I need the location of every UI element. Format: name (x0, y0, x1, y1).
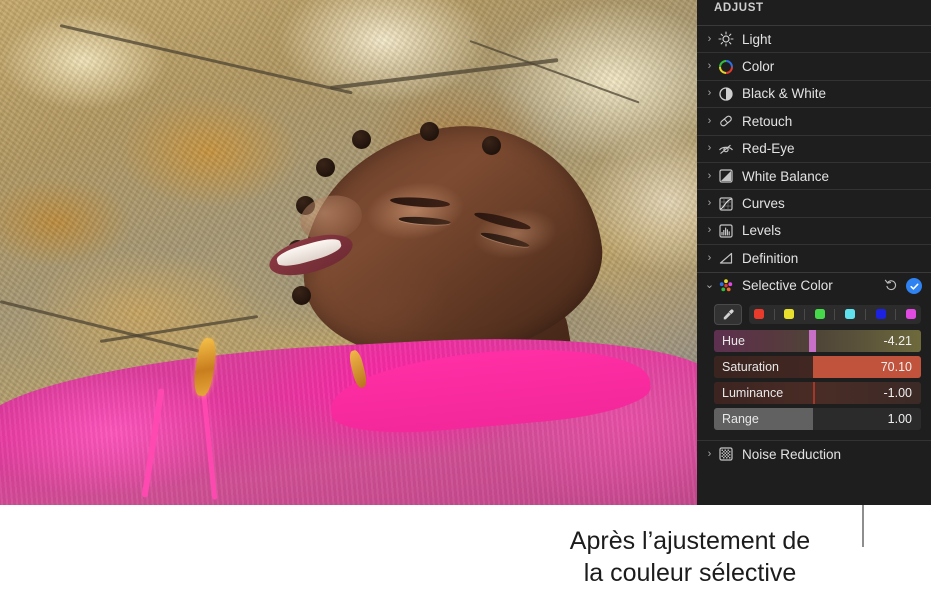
slider-label: Saturation (722, 359, 779, 374)
chevron-right-icon[interactable]: › (702, 198, 717, 209)
color-swatch-red[interactable] (753, 309, 764, 320)
hair-knot (316, 158, 335, 177)
adjust-item-levels[interactable]: › Levels (697, 216, 931, 244)
color-swatches (749, 304, 921, 324)
color-swatch-blue[interactable] (875, 309, 886, 320)
caption-line-1: Après l’ajustement de (569, 527, 811, 555)
edited-photo (0, 0, 697, 505)
eyebrow (389, 195, 451, 209)
adjust-item-label: Levels (742, 223, 782, 239)
chevron-right-icon[interactable]: › (702, 61, 717, 72)
adjust-item-noise-reduction[interactable]: › Noise Reduction (697, 439, 931, 467)
luminance-slider-marker[interactable] (813, 381, 816, 404)
adjust-item-label: Light (742, 31, 772, 47)
hair-knot (482, 136, 501, 155)
adjust-item-label: Curves (742, 196, 785, 212)
adjust-item-retouch[interactable]: › Retouch (697, 107, 931, 134)
swatch-divider (834, 308, 836, 320)
chevron-right-icon[interactable]: › (702, 88, 717, 99)
chevron-down-icon[interactable]: ⌄ (702, 280, 717, 291)
slider-value: 1.00 (887, 411, 912, 426)
adjust-item-black-and-white[interactable]: › Black & White (697, 79, 931, 107)
chevron-right-icon[interactable]: › (702, 448, 717, 460)
reset-arrow-icon[interactable] (884, 278, 898, 294)
swatch-divider (895, 308, 897, 320)
adjust-item-white-balance[interactable]: › White Balance (697, 161, 931, 189)
slider-value: -4.21 (883, 333, 913, 348)
panel-section-title: ADJUST (714, 2, 764, 14)
chevron-right-icon[interactable]: › (702, 33, 717, 45)
adjust-item-color[interactable]: › Color (697, 52, 931, 79)
adjust-item-label: Red-Eye (742, 141, 795, 157)
selective-color-controls: Hue -4.21 Saturation 70.10 Luminance -1.… (697, 299, 931, 440)
selective-color-dots-icon (717, 277, 735, 295)
chevron-right-icon[interactable]: › (702, 115, 717, 127)
adjust-item-label: Noise Reduction (742, 446, 842, 462)
levels-icon (717, 222, 735, 240)
adjust-item-label: Selective Color (742, 278, 833, 294)
hair-knot (292, 286, 311, 305)
adjust-item-curves[interactable]: › Curves (697, 189, 931, 216)
adjust-item-label: Color (742, 59, 775, 75)
adjust-panel: ADJUST › Light › Color › Black & White ›… (697, 0, 931, 505)
adjust-item-selective-color[interactable]: ⌄ Selective Color (697, 271, 931, 300)
color-swatch-yellow[interactable] (784, 309, 795, 320)
eyedropper-icon[interactable] (714, 303, 742, 325)
checkmark-icon[interactable] (906, 278, 922, 295)
slider-label: Luminance (722, 385, 784, 400)
slider-range[interactable]: Range 1.00 (714, 407, 921, 430)
slider-label: Hue (722, 333, 745, 348)
slider-value: -1.00 (883, 385, 913, 400)
chevron-right-icon[interactable]: › (702, 170, 717, 182)
slider-value: 70.10 (880, 359, 912, 374)
definition-icon (717, 249, 735, 267)
adjust-item-light[interactable]: › Light (697, 25, 931, 52)
adjust-item-red-eye[interactable]: › Red-Eye (697, 134, 931, 162)
color-swatch-cyan[interactable] (845, 309, 856, 320)
adjust-item-definition[interactable]: › Definition (697, 244, 931, 271)
adjust-item-label: Definition (742, 250, 799, 266)
selective-color-actions (884, 273, 922, 300)
color-swatch-green[interactable] (814, 309, 825, 320)
color-swatch-bar (714, 303, 921, 325)
slider-label: Range (722, 411, 759, 426)
eye (398, 215, 451, 227)
sun-icon (717, 30, 735, 48)
caption-line-2: la couleur sélective (583, 559, 797, 587)
adjust-item-label: White Balance (742, 168, 830, 184)
figure-caption: Après l’ajustement de la couleur sélecti… (510, 525, 870, 589)
chevron-right-icon[interactable]: › (702, 225, 717, 236)
half-circle-icon (717, 85, 735, 103)
swatch-divider (773, 308, 775, 320)
hair-knot (420, 122, 439, 141)
eye-slash-icon (717, 140, 735, 158)
adjust-item-label: Retouch (742, 113, 793, 129)
slider-saturation[interactable]: Saturation 70.10 (714, 355, 921, 378)
bandage-icon (717, 112, 735, 130)
swatch-divider (864, 308, 866, 320)
chevron-right-icon[interactable]: › (702, 143, 717, 154)
color-swatch-magenta[interactable] (906, 309, 917, 320)
slider-hue[interactable]: Hue -4.21 (714, 329, 921, 352)
curves-icon (717, 195, 735, 213)
hair-knot (352, 130, 371, 149)
slider-luminance[interactable]: Luminance -1.00 (714, 381, 921, 404)
hue-slider-handle[interactable] (809, 329, 817, 352)
eyebrow (473, 209, 532, 233)
adjust-item-list: › Light › Color › Black & White › Retouc… (697, 25, 931, 467)
adjust-item-label: Black & White (742, 86, 827, 102)
chevron-right-icon[interactable]: › (702, 252, 717, 264)
swatch-divider (804, 308, 806, 320)
color-wheel-icon (717, 58, 735, 76)
noise-reduction-icon (717, 445, 735, 463)
white-balance-icon (717, 167, 735, 185)
eye (479, 230, 531, 250)
